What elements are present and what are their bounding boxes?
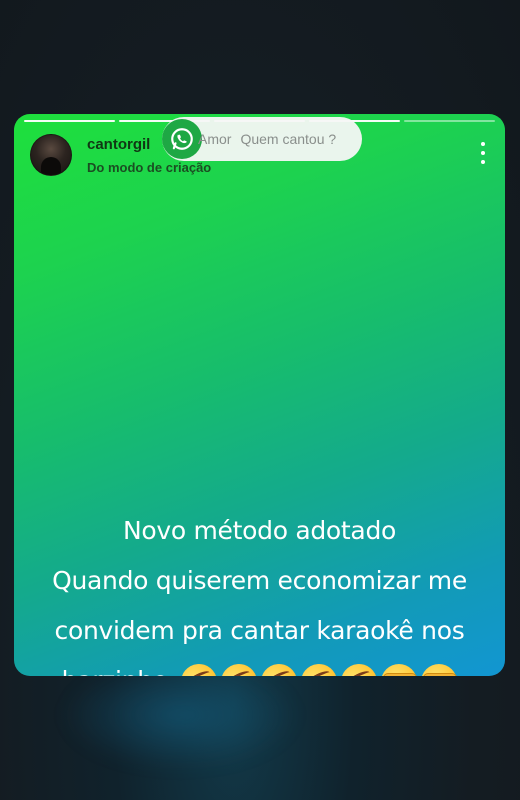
rofl-emoji-icon	[295, 657, 344, 676]
music-sticker-text: Amor Quem cantou ?	[198, 131, 336, 147]
music-question: Quem cantou ?	[240, 131, 337, 147]
peeking-face-emoji-icon	[381, 664, 418, 676]
rofl-emoji-icon	[255, 657, 304, 676]
emoji-row	[175, 657, 458, 676]
story-caption: Novo método adotado Quando quiserem econ…	[14, 506, 505, 676]
rofl-emoji-icon	[175, 657, 224, 676]
username[interactable]: cantorgil	[87, 136, 150, 153]
caption-line: barzinho	[62, 666, 168, 676]
caption-line: Quando quiserem economizar me	[52, 566, 467, 595]
peeking-face-emoji-icon	[421, 664, 458, 676]
whatsapp-icon[interactable]	[162, 119, 202, 159]
avatar[interactable]	[30, 134, 72, 176]
more-options-icon[interactable]	[479, 142, 487, 164]
background-glow	[60, 660, 300, 770]
story-card[interactable]: cantorgil Do modo de criação Novo método…	[14, 114, 505, 676]
story-subtitle: Do modo de criação	[87, 160, 212, 175]
music-artist: Amor	[198, 131, 232, 147]
progress-segment	[404, 120, 495, 122]
caption-line-with-emojis: barzinho	[14, 656, 505, 676]
caption-line: Novo método adotado	[122, 516, 397, 545]
rofl-emoji-icon	[335, 657, 384, 676]
progress-segment	[24, 120, 115, 122]
rofl-emoji-icon	[215, 657, 264, 676]
caption-line: convidem pra cantar karaokê nos	[54, 616, 465, 645]
